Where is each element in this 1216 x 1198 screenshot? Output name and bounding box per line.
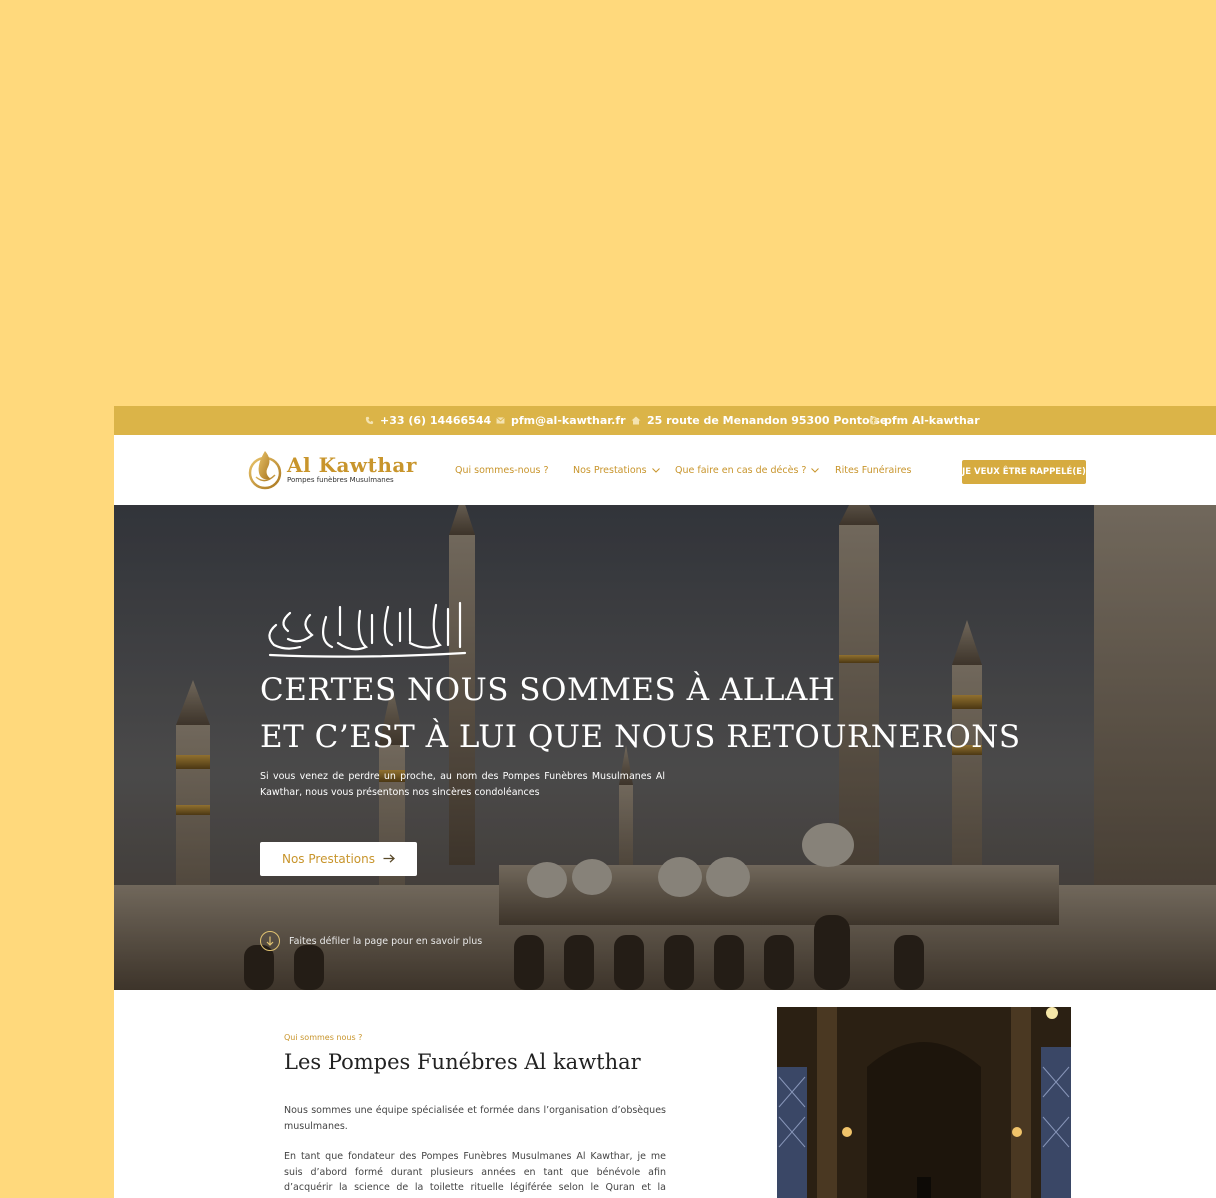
brand-logo[interactable]: Al Kawthar Pompes funèbres Musulmanes bbox=[247, 447, 417, 491]
mail-icon bbox=[496, 417, 505, 424]
nav-label: Rites Funéraires bbox=[835, 465, 912, 476]
nav-qui-sommes-nous[interactable]: Qui sommes-nous ? bbox=[455, 465, 549, 476]
arrow-down-icon bbox=[260, 931, 280, 951]
nos-prestations-button[interactable]: Nos Prestations bbox=[260, 842, 417, 876]
about-kicker: Qui sommes nous ? bbox=[284, 1033, 363, 1042]
email-address: pfm@al-kawthar.fr bbox=[511, 414, 626, 427]
phone-contact[interactable]: +33 (6) 14466544 bbox=[365, 406, 491, 435]
chevron-down-icon bbox=[651, 466, 660, 475]
nav-label: Qui sommes-nous ? bbox=[455, 465, 549, 476]
top-contact-bar: +33 (6) 14466544 pfm@al-kawthar.fr 25 ro… bbox=[114, 406, 1216, 435]
nav-que-faire[interactable]: Que faire en cas de décès ? bbox=[675, 465, 820, 476]
about-paragraph-2: En tant que fondateur des Pompes Funèbre… bbox=[284, 1151, 666, 1198]
logo-mark-icon bbox=[248, 451, 282, 490]
hero-title: CERTES NOUS SOMMES À ALLAH ET C’EST À LU… bbox=[260, 667, 1021, 761]
brand-tagline: Pompes funèbres Musulmanes bbox=[287, 475, 394, 484]
about-title: Les Pompes Funébres Al kawthar bbox=[284, 1050, 641, 1074]
hero-section: CERTES NOUS SOMMES À ALLAH ET C’EST À LU… bbox=[114, 505, 1216, 990]
phone-number: +33 (6) 14466544 bbox=[380, 414, 492, 427]
phone-icon bbox=[365, 416, 374, 425]
hero-title-line-2: ET C’EST À LUI QUE NOUS RETOURNERONS bbox=[260, 719, 1021, 755]
about-section: Qui sommes nous ? Les Pompes Funébres Al… bbox=[114, 990, 1216, 1198]
facebook-name: pfm Al-kawthar bbox=[884, 414, 980, 427]
main-navbar: Al Kawthar Pompes funèbres Musulmanes Qu… bbox=[114, 435, 1216, 505]
website-frame: +33 (6) 14466544 pfm@al-kawthar.fr 25 ro… bbox=[114, 406, 1216, 1198]
nav-rites-funeraires[interactable]: Rites Funéraires bbox=[835, 465, 911, 476]
home-icon bbox=[631, 416, 641, 425]
facebook-contact[interactable]: pfm Al-kawthar bbox=[869, 406, 980, 435]
hero-condolences-text: Si vous venez de perdre un proche, au no… bbox=[260, 771, 665, 798]
button-label: Nos Prestations bbox=[281, 852, 375, 866]
nav-label: Que faire en cas de décès ? bbox=[675, 465, 807, 476]
scroll-hint-text: Faites défiler la page pour en savoir pl… bbox=[289, 935, 483, 947]
address-text: 25 route de Menandon 95300 Pontoise bbox=[647, 414, 888, 427]
brand-name: Al Kawthar bbox=[287, 452, 417, 477]
address-contact: 25 route de Menandon 95300 Pontoise bbox=[631, 406, 887, 435]
scroll-hint[interactable]: Faites défiler la page pour en savoir pl… bbox=[260, 931, 482, 951]
arabic-calligraphy-icon bbox=[268, 601, 467, 658]
nav-label: Nos Prestations bbox=[573, 465, 647, 476]
mosque-interior-image bbox=[777, 1007, 1071, 1198]
chevron-down-icon bbox=[811, 466, 820, 475]
callback-button[interactable]: JE VEUX ÊTRE RAPPELÉ(E) bbox=[962, 460, 1086, 484]
hero-title-line-1: CERTES NOUS SOMMES À ALLAH bbox=[260, 672, 836, 708]
nav-nos-prestations[interactable]: Nos Prestations bbox=[573, 465, 660, 476]
arrow-right-icon bbox=[383, 852, 395, 866]
about-paragraph-1: Nous sommes une équipe spécialisée et fo… bbox=[284, 1105, 666, 1132]
facebook-icon bbox=[869, 416, 878, 425]
email-contact[interactable]: pfm@al-kawthar.fr bbox=[496, 406, 626, 435]
